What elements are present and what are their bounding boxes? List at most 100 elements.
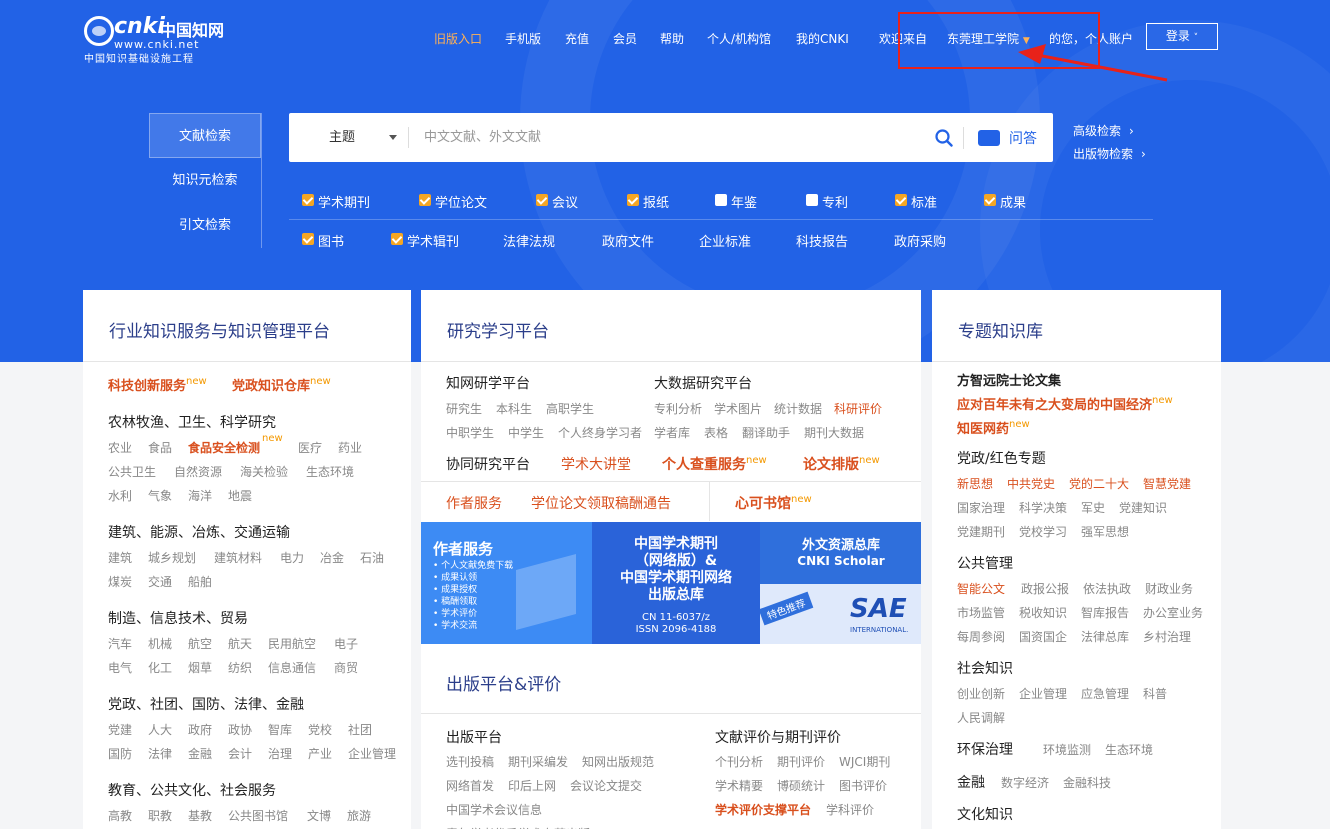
platform-link[interactable]: 应急管理 [1081, 685, 1129, 702]
resource-link-0[interactable]: 法律法规 [503, 231, 555, 250]
platform-link[interactable]: 党建知识 [1119, 499, 1167, 516]
resource-link-1[interactable]: 政府文件 [602, 231, 654, 250]
platform-link[interactable]: 智慧党建 [1143, 475, 1191, 492]
platform-link[interactable]: 财政业务 [1145, 580, 1193, 597]
platform-link[interactable]: 党建期刊 [957, 523, 1005, 540]
platform-link[interactable]: 学科评价 [826, 801, 874, 818]
category-link[interactable]: 医疗 [298, 439, 322, 456]
category-link[interactable]: 食品 [148, 439, 172, 456]
category-link[interactable]: 机械 [148, 635, 172, 652]
author-service-banner[interactable]: 作者服务 • 个人文献免费下载 • 成果认领 • 成果授权 • 稿酬领取 • 学术评价 •… [421, 522, 592, 644]
eval-platform-link[interactable]: 学术评价支撑平台 [715, 801, 811, 818]
platform-link[interactable]: 办公室业务 [1143, 604, 1203, 621]
category-link[interactable]: 海洋 [188, 487, 212, 504]
category-link[interactable]: 旅游 [347, 807, 371, 824]
platform-link[interactable]: 知网出版规范 [582, 753, 654, 770]
publication-search-link[interactable]: 出版物检索 › [1073, 145, 1146, 162]
category-link[interactable]: 治理 [268, 745, 292, 762]
tab-citation-search[interactable]: 引文检索 [149, 203, 261, 248]
platform-link[interactable]: 中国学术会议信息 [446, 801, 542, 818]
category-link[interactable]: 党校 [308, 721, 332, 738]
category-link[interactable]: 气象 [148, 487, 172, 504]
collab-link[interactable]: 学术大讲堂 [561, 454, 631, 474]
topic-link[interactable]: 智能公文 [957, 580, 1005, 597]
platform-link[interactable]: 博硕统计 [777, 777, 825, 794]
platform-link[interactable]: 学者库 [654, 424, 690, 441]
platform-link[interactable]: 表格 [704, 424, 728, 441]
category-link[interactable]: 自然资源 [174, 463, 222, 480]
platform-link[interactable]: 税收知识 [1019, 604, 1067, 621]
platform-link[interactable]: 图书评价 [839, 777, 887, 794]
royalty-notice-link[interactable]: 学位论文领取稿酬通告 [531, 493, 671, 513]
category-link[interactable]: 船舶 [188, 573, 212, 590]
platform-link[interactable]: 高职学生 [546, 400, 594, 417]
platform-link[interactable]: 选刊投稿 [446, 753, 494, 770]
platform-link[interactable]: 新思想 [957, 475, 993, 492]
category-link[interactable]: 地震 [228, 487, 252, 504]
category-link[interactable]: 航空 [188, 635, 212, 652]
nav-my-cnki[interactable]: 我的CNKI [796, 30, 849, 47]
category-link[interactable]: 化工 [148, 659, 172, 676]
nav-mobile[interactable]: 手机版 [505, 30, 541, 47]
category-link[interactable]: 法律 [148, 745, 172, 762]
platform-link[interactable]: 统计数据 [774, 400, 822, 417]
platform-link[interactable]: 数字经济 [1001, 774, 1049, 791]
platform-link[interactable]: 本科生 [496, 400, 532, 417]
nav-personal-library[interactable]: 个人/机构馆 [707, 30, 771, 47]
platform-link[interactable]: 依法执政 [1083, 580, 1131, 597]
resource-link-4[interactable]: 政府采购 [894, 231, 946, 250]
category-link[interactable]: 党建 [108, 721, 132, 738]
category-link[interactable]: 会计 [228, 745, 252, 762]
search-input[interactable] [424, 123, 884, 152]
category-link[interactable]: 冶金 [320, 549, 344, 566]
category-link[interactable]: 社团 [348, 721, 372, 738]
category-link[interactable]: 生态环境 [306, 463, 354, 480]
category-link[interactable]: 信息通信 [268, 659, 316, 676]
platform-link[interactable]: 企业管理 [1019, 685, 1067, 702]
category-link[interactable]: 药业 [338, 439, 362, 456]
platform-link[interactable]: 强军思想 [1081, 523, 1129, 540]
platform-link[interactable]: 乡村治理 [1143, 628, 1191, 645]
platform-link[interactable]: 科普 [1143, 685, 1167, 702]
collab-link[interactable]: 论文排版new [803, 454, 880, 474]
hot-link-0[interactable]: 科技创新服务new [108, 375, 207, 394]
category-link[interactable]: 金融 [188, 745, 212, 762]
category-link[interactable]: 政府 [188, 721, 212, 738]
platform-link[interactable]: 党校学习 [1019, 523, 1067, 540]
search-icon[interactable] [935, 129, 953, 147]
platform-link[interactable]: 创业创新 [957, 685, 1005, 702]
topic-link[interactable]: 知医网药new [957, 418, 1030, 437]
nav-recharge[interactable]: 充值 [565, 30, 589, 47]
platform-link[interactable]: 网络首发 [446, 777, 494, 794]
author-service-link[interactable]: 作者服务 [446, 493, 502, 513]
platform-link[interactable]: 环境监测 [1043, 741, 1091, 758]
category-link[interactable]: 建筑 [108, 549, 132, 566]
platform-link[interactable]: 市场监管 [957, 604, 1005, 621]
platform-link[interactable]: 科研评价 [834, 400, 882, 417]
platform-link[interactable]: WJCI期刊 [839, 753, 890, 770]
platform-link[interactable]: 政报公报 [1021, 580, 1069, 597]
platform-link[interactable]: 法律总库 [1081, 628, 1129, 645]
category-link[interactable]: 交通 [148, 573, 172, 590]
tab-literature-search[interactable]: 文献检索 [149, 113, 261, 158]
category-link[interactable]: 水利 [108, 487, 132, 504]
platform-link[interactable]: 会议论文提交 [570, 777, 642, 794]
platform-link[interactable]: 青年学者优秀学术专著出版 [446, 825, 590, 829]
platform-link[interactable]: 期刊评价 [777, 753, 825, 770]
category-link[interactable]: 建筑材料 [214, 549, 262, 566]
category-link[interactable]: 高教 [108, 807, 132, 824]
platform-link[interactable]: 专利分析 [654, 400, 702, 417]
foreign-resources-banner[interactable]: 外文资源总库 CNKI Scholar 特色推荐 SAE INTERNATION… [760, 522, 921, 644]
platform-link[interactable]: 生态环境 [1105, 741, 1153, 758]
category-link[interactable]: 海关检验 [240, 463, 288, 480]
category-link[interactable]: 公共卫生 [108, 463, 156, 480]
category-link[interactable]: 烟草 [188, 659, 212, 676]
nav-member[interactable]: 会员 [613, 30, 637, 47]
category-link[interactable]: 政协 [228, 721, 252, 738]
platform-link[interactable]: 中共党史 [1007, 475, 1055, 492]
category-link[interactable]: 电子 [334, 635, 358, 652]
resource-link-2[interactable]: 企业标准 [699, 231, 751, 250]
xinke-bookstore-link[interactable]: 心可书馆new [735, 493, 812, 513]
nav-old-version[interactable]: 旧版入口 [434, 30, 482, 47]
category-link[interactable]: 航天 [228, 635, 252, 652]
